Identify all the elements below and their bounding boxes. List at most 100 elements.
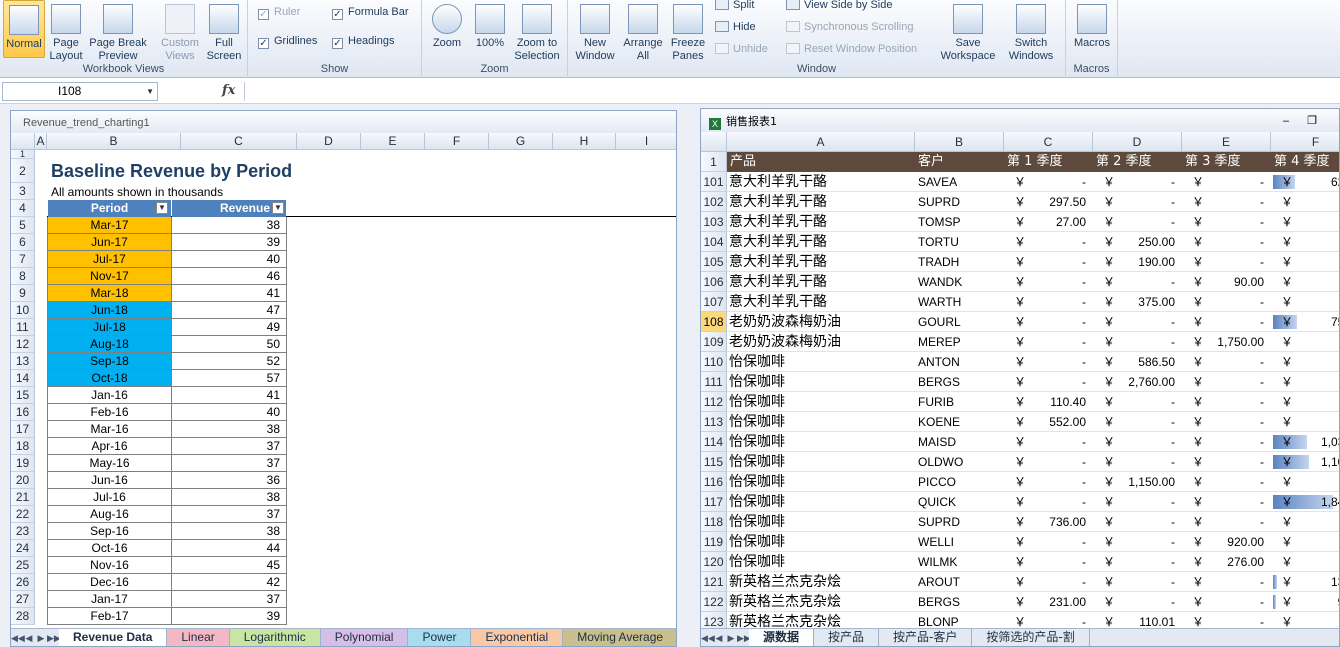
column-title[interactable]: 第 4 季度 <box>1271 152 1339 172</box>
column-header[interactable]: E <box>361 133 425 150</box>
revenue-cell[interactable]: 37 <box>171 455 287 472</box>
column-header[interactable]: B <box>915 132 1004 152</box>
tab-scroll-button[interactable]: ◀◀ <box>701 633 715 644</box>
quarter-value-cell[interactable]: - <box>1202 192 1264 212</box>
customer-cell[interactable]: BERGS <box>918 372 1004 392</box>
column-header[interactable]: I <box>616 133 676 150</box>
row-number[interactable]: 17 <box>11 421 35 438</box>
product-cell[interactable]: 怡保咖啡 <box>729 352 915 372</box>
headings-checkbox[interactable]: ✓ Headings <box>332 35 394 49</box>
row-number[interactable]: 26 <box>11 574 35 591</box>
quarter-value-cell[interactable]: 625.0 <box>1291 172 1339 192</box>
quarter-value-cell[interactable]: - <box>1024 352 1086 372</box>
row-number[interactable]: 11 <box>11 319 35 336</box>
row-number[interactable]: 115 <box>701 452 727 472</box>
revenue-cell[interactable]: 38 <box>171 421 287 438</box>
zoom-100-button[interactable]: 100% <box>472 0 508 50</box>
revenue-cell[interactable]: 38 <box>171 489 287 506</box>
row-number[interactable]: 112 <box>701 392 727 412</box>
zoom-button[interactable]: Zoom <box>428 0 466 50</box>
row-number[interactable]: 3 <box>11 183 35 200</box>
quarter-value-cell[interactable]: 736.00 <box>1024 512 1086 532</box>
quarter-value-cell[interactable]: 586.50 <box>1113 352 1175 372</box>
row-number[interactable]: 105 <box>701 252 727 272</box>
column-header[interactable]: A <box>35 133 47 150</box>
column-header[interactable]: C <box>1004 132 1093 152</box>
quarter-value-cell[interactable]: - <box>1291 552 1339 572</box>
quarter-value-cell[interactable]: - <box>1113 312 1175 332</box>
customer-cell[interactable]: BERGS <box>918 592 1004 612</box>
quarter-value-cell[interactable]: 2,760.00 <box>1113 372 1175 392</box>
quarter-value-cell[interactable]: - <box>1113 272 1175 292</box>
revenue-cell[interactable]: 44 <box>171 540 287 557</box>
period-cell[interactable]: Sep-16 <box>47 523 172 540</box>
column-header[interactable]: B <box>47 133 181 150</box>
quarter-value-cell[interactable]: - <box>1291 512 1339 532</box>
row-number[interactable]: 24 <box>11 540 35 557</box>
row-number[interactable]: 113 <box>701 412 727 432</box>
quarter-value-cell[interactable]: - <box>1202 352 1264 372</box>
quarter-value-cell[interactable]: - <box>1024 532 1086 552</box>
sheet-tab[interactable]: Moving Average <box>563 629 676 646</box>
row-number[interactable]: 110 <box>701 352 727 372</box>
row-number[interactable]: 13 <box>11 353 35 370</box>
customer-cell[interactable]: WILMK <box>918 552 1004 572</box>
quarter-value-cell[interactable]: - <box>1202 312 1264 332</box>
quarter-value-cell[interactable]: - <box>1113 512 1175 532</box>
quarter-value-cell[interactable]: - <box>1202 492 1264 512</box>
customer-cell[interactable]: MEREP <box>918 332 1004 352</box>
formula-input[interactable] <box>244 82 1338 101</box>
product-cell[interactable]: 意大利羊乳干酪 <box>729 232 915 252</box>
revenue-header[interactable]: Revenue <box>172 200 286 217</box>
quarter-value-cell[interactable]: - <box>1113 492 1175 512</box>
row-number[interactable]: 28 <box>11 608 35 625</box>
column-title[interactable]: 产品 <box>727 152 915 172</box>
product-cell[interactable]: 怡保咖啡 <box>729 432 915 452</box>
product-cell[interactable]: 老奶奶波森梅奶油 <box>729 312 915 332</box>
row-number[interactable]: 12 <box>11 336 35 353</box>
product-cell[interactable]: 怡保咖啡 <box>729 492 915 512</box>
quarter-value-cell[interactable]: - <box>1024 492 1086 512</box>
quarter-value-cell[interactable]: 552.00 <box>1024 412 1086 432</box>
quarter-value-cell[interactable]: 231.00 <box>1024 592 1086 612</box>
column-title[interactable]: 第 2 季度 <box>1093 152 1182 172</box>
quarter-value-cell[interactable]: - <box>1202 572 1264 592</box>
product-cell[interactable]: 怡保咖啡 <box>729 372 915 392</box>
quarter-value-cell[interactable]: - <box>1202 392 1264 412</box>
column-header[interactable]: D <box>297 133 361 150</box>
quarter-value-cell[interactable]: - <box>1291 292 1339 312</box>
period-cell[interactable]: Oct-18 <box>47 370 172 387</box>
row-number[interactable]: 118 <box>701 512 727 532</box>
quarter-value-cell[interactable]: - <box>1291 332 1339 352</box>
quarter-value-cell[interactable]: 1,750.00 <box>1202 332 1264 352</box>
revenue-cell[interactable]: 38 <box>171 217 287 234</box>
tab-scroll-button[interactable]: ▶▶ <box>47 633 61 644</box>
quarter-value-cell[interactable]: - <box>1113 332 1175 352</box>
synchronous-scrolling-button[interactable]: Synchronous Scrolling <box>786 21 913 33</box>
column-header[interactable]: A <box>727 132 915 152</box>
quarter-value-cell[interactable]: - <box>1024 292 1086 312</box>
quarter-value-cell[interactable]: - <box>1291 392 1339 412</box>
revenue-cell[interactable]: 46 <box>171 268 287 285</box>
row-number[interactable]: 2 <box>11 159 35 183</box>
product-cell[interactable]: 怡保咖啡 <box>729 552 915 572</box>
row-number[interactable]: 4 <box>11 200 35 217</box>
quarter-value-cell[interactable]: - <box>1113 452 1175 472</box>
customer-cell[interactable]: OLDWO <box>918 452 1004 472</box>
quarter-value-cell[interactable]: - <box>1024 432 1086 452</box>
name-box[interactable]: I108 ▼ <box>2 82 158 101</box>
quarter-value-cell[interactable]: - <box>1291 272 1339 292</box>
period-cell[interactable]: Aug-18 <box>47 336 172 353</box>
sheet-tab[interactable]: 按产品 <box>814 629 880 646</box>
quarter-value-cell[interactable]: - <box>1024 312 1086 332</box>
quarter-value-cell[interactable]: - <box>1291 232 1339 252</box>
column-header[interactable]: C <box>181 133 297 150</box>
quarter-value-cell[interactable]: - <box>1202 252 1264 272</box>
right-grid[interactable]: A B C D E F 1 产品 客户第 1 季度第 2 季度第 3 季度第 4 季度 101 意大… <box>701 132 1339 632</box>
row-number[interactable]: 104 <box>701 232 727 252</box>
split-button[interactable]: Split <box>715 0 754 11</box>
product-cell[interactable]: 怡保咖啡 <box>729 512 915 532</box>
quarter-value-cell[interactable]: 90.00 <box>1202 272 1264 292</box>
period-cell[interactable]: Jun-16 <box>47 472 172 489</box>
restore-icon[interactable]: ❐ <box>1307 109 1317 134</box>
